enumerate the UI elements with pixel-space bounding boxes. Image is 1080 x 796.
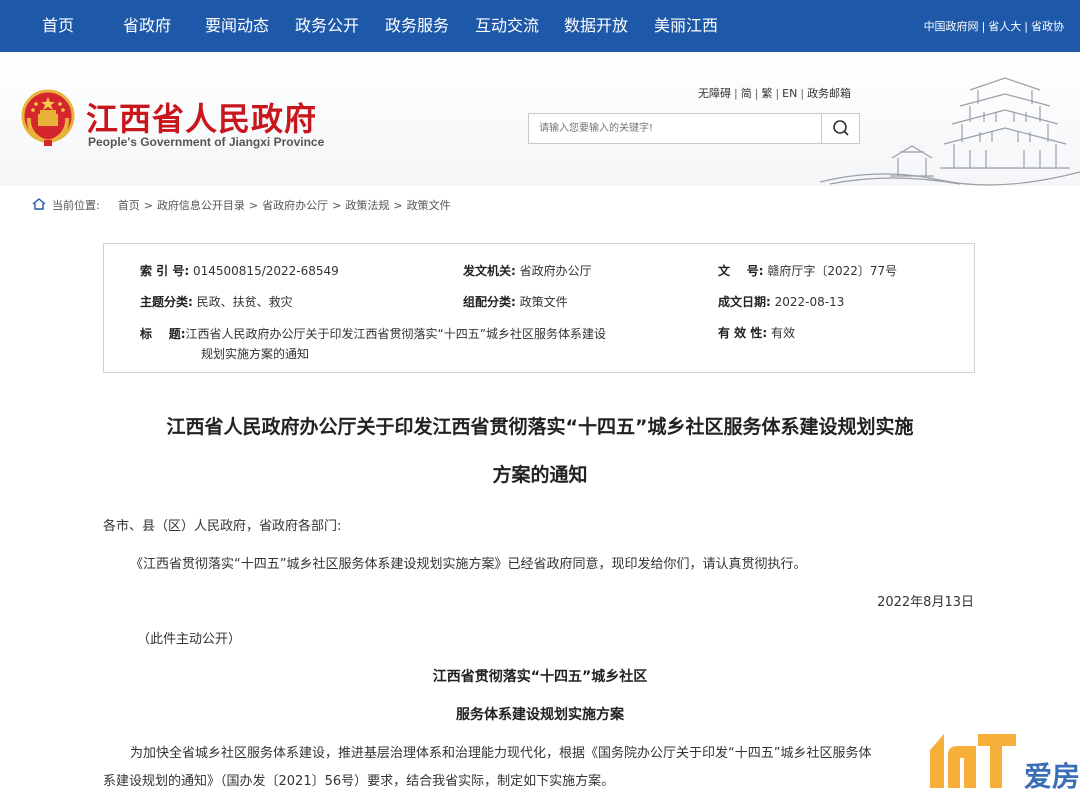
breadcrumb: 当前位置: 首页 > 政府信息公开目录 > 省政府办公厅 > 政策法规 > 政策文件 (32, 198, 451, 214)
watermark-text: 爱房 (1024, 760, 1080, 793)
info-topic-category: 主题分类: 民政、扶贫、救灾 (140, 293, 293, 310)
traditional-chinese-link[interactable]: 繁 (761, 87, 772, 100)
info-value: 赣府厅字〔2022〕77号 (767, 264, 898, 278)
breadcrumb-general-office[interactable]: 省政府办公厅 (262, 199, 328, 212)
issue-date: 2022年8月13日 (877, 595, 974, 610)
info-value: 有效 (770, 326, 795, 340)
public-note: （此件主动公开） (137, 632, 242, 647)
breadcrumb-policy-documents[interactable]: 政策文件 (407, 199, 451, 212)
info-validity: 有 效 性: 有效 (718, 324, 795, 341)
info-value: 014500815/2022-68549 (192, 264, 339, 278)
site-header: 江西省人民政府 People's Government of Jiangxi P… (0, 52, 1080, 186)
plan-title-line: 江西省贯彻落实“十四五”城乡社区 (432, 669, 648, 685)
link-separator: | (981, 20, 986, 33)
top-navigation-bar: 首页 省政府 要闻动态 政务公开 政务服务 互动交流 数据开放 美丽江西 中国政… (0, 0, 1080, 52)
article-title-line: 江西省人民政府办公厅关于印发江西省贯彻落实“十四五”城乡社区服务体系建设规划实施 (166, 416, 914, 438)
link-china-government[interactable]: 中国政府网 (924, 20, 979, 33)
article-title: 江西省人民政府办公厅关于印发江西省贯彻落实“十四五”城乡社区服务体系建设规划实施… (100, 408, 980, 494)
salutation: 各市、县（区）人民政府，省政府各部门: (103, 519, 342, 534)
nav-government-affairs-disclosure[interactable]: 政务公开 (295, 0, 359, 52)
breadcrumb-separator: > (393, 199, 403, 212)
plan-title-line: 服务体系建设规划实施方案 (456, 707, 624, 723)
nav-home[interactable]: 首页 (42, 0, 74, 52)
nav-news[interactable]: 要闻动态 (205, 0, 269, 52)
site-subtitle: People's Government of Jiangxi Province (88, 135, 325, 149)
breadcrumb-home[interactable]: 首页 (118, 199, 140, 212)
article-title-line: 方案的通知 (492, 464, 588, 486)
utility-separator: | (734, 87, 738, 100)
nav-government-services[interactable]: 政务服务 (385, 0, 449, 52)
utility-separator: | (800, 87, 805, 100)
utility-separator: | (775, 87, 780, 100)
plan-paragraph-line: 系建设规划的通知》（国办发〔2021〕56号）要求，结合我省实际，制定如下实施方… (103, 774, 615, 789)
simplified-chinese-link[interactable]: 简 (741, 87, 752, 100)
info-index-number: 索 引 号: 014500815/2022-68549 (140, 262, 339, 279)
info-value: 2022-08-13 (774, 295, 845, 309)
breadcrumb-separator: > (143, 199, 153, 212)
accessibility-link[interactable]: 无障碍 (698, 87, 731, 100)
info-label: 发文机关: (463, 264, 516, 278)
english-link[interactable]: EN (782, 87, 797, 100)
info-label: 文 号: (718, 264, 764, 278)
info-document-number: 文 号: 赣府厅字〔2022〕77号 (718, 262, 897, 279)
breadcrumb-separator: > (332, 199, 342, 212)
search-box (528, 113, 860, 144)
info-label: 有 效 性: (718, 326, 768, 340)
info-creation-date: 成文日期: 2022-08-13 (718, 293, 844, 310)
info-value: 民政、扶贫、救灾 (196, 295, 293, 309)
info-label: 标 题: (140, 327, 186, 341)
nav-province-government[interactable]: 省政府 (123, 0, 171, 52)
info-value: 政策文件 (519, 295, 568, 309)
breadcrumb-info-disclosure-catalog[interactable]: 政府信息公开目录 (157, 199, 245, 212)
site-title: 江西省人民政府 (86, 100, 318, 138)
pagoda-illustration (820, 77, 1080, 186)
document-info-box: 索 引 号: 014500815/2022-68549 发文机关: 省政府办公厅… (103, 243, 975, 373)
nav-beautiful-jiangxi[interactable]: 美丽江西 (654, 0, 718, 52)
watermark-logo-icon: 爱房 (930, 734, 1080, 793)
info-value: 规划实施方案的通知 (201, 347, 310, 361)
link-provincial-cppcc[interactable]: 省政协 (1031, 20, 1064, 33)
utility-separator: | (754, 87, 759, 100)
info-label: 成文日期: (718, 295, 771, 309)
info-assembly-category: 组配分类: 政策文件 (463, 293, 568, 310)
nav-interaction[interactable]: 互动交流 (475, 0, 539, 52)
info-label: 索 引 号: (140, 264, 190, 278)
link-provincial-congress[interactable]: 省人大 (988, 20, 1021, 33)
plan-paragraph-line: 为加快全省城乡社区服务体系建设，推进基层治理体系和治理能力现代化，根据《国务院办… (130, 746, 872, 761)
link-separator: | (1024, 20, 1028, 33)
info-label: 组配分类: (463, 295, 516, 309)
nav-open-data[interactable]: 数据开放 (564, 0, 628, 52)
breadcrumb-policies-regulations[interactable]: 政策法规 (345, 199, 389, 212)
info-issuer: 发文机关: 省政府办公厅 (463, 262, 592, 279)
info-title: 标 题:江西省人民政府办公厅关于印发江西省贯彻落实“十四五”城乡社区服务体系建设… (140, 324, 700, 364)
info-value: 江西省人民政府办公厅关于印发江西省贯彻落实“十四五”城乡社区服务体系建设 (185, 327, 606, 341)
breadcrumb-separator: > (248, 199, 259, 212)
breadcrumb-label: 当前位置: (52, 199, 100, 212)
search-input[interactable] (529, 114, 821, 143)
body-paragraph: 《江西省贯彻落实“十四五”城乡社区服务体系建设规划实施方案》已经省政府同意，现印… (130, 557, 807, 572)
info-value: 省政府办公厅 (519, 264, 592, 278)
national-emblem-icon (21, 89, 75, 146)
home-icon (32, 198, 46, 210)
info-label: 主题分类: (140, 295, 193, 309)
external-links: 中国政府网 | 省人大 | 省政协 (924, 18, 1064, 34)
